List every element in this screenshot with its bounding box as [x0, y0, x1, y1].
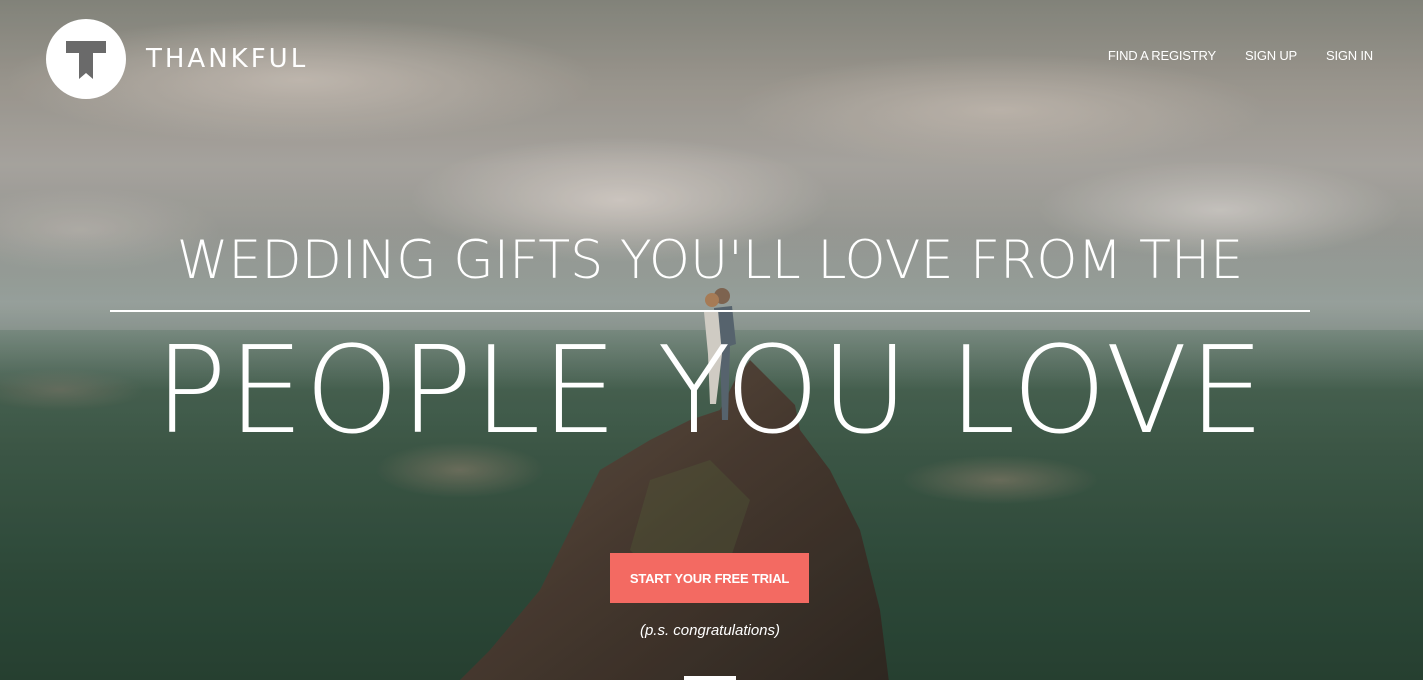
start-free-trial-button[interactable]: START YOUR FREE TRIAL	[610, 553, 809, 603]
nav-find-a-registry[interactable]: FIND A REGISTRY	[1108, 48, 1216, 63]
headline-line-2: PEOPLE YOU LOVE	[154, 322, 1266, 461]
t-logo-icon	[66, 41, 106, 79]
headline-line-1: WEDDING GIFTS YOU'LL LOVE FROM THE	[176, 230, 1244, 291]
headline-divider	[110, 310, 1310, 312]
logo[interactable]	[46, 19, 126, 99]
scroll-down-indicator[interactable]	[684, 676, 736, 680]
nav-sign-in[interactable]: SIGN IN	[1326, 48, 1373, 63]
brand-name[interactable]: THANKFUL	[146, 44, 308, 74]
hero-section: THANKFUL FIND A REGISTRY SIGN UP SIGN IN…	[0, 0, 1423, 680]
congratulations-note: (p.s. congratulations)	[639, 622, 781, 639]
top-nav: FIND A REGISTRY SIGN UP SIGN IN	[1108, 48, 1373, 63]
nav-sign-up[interactable]: SIGN UP	[1245, 48, 1297, 63]
